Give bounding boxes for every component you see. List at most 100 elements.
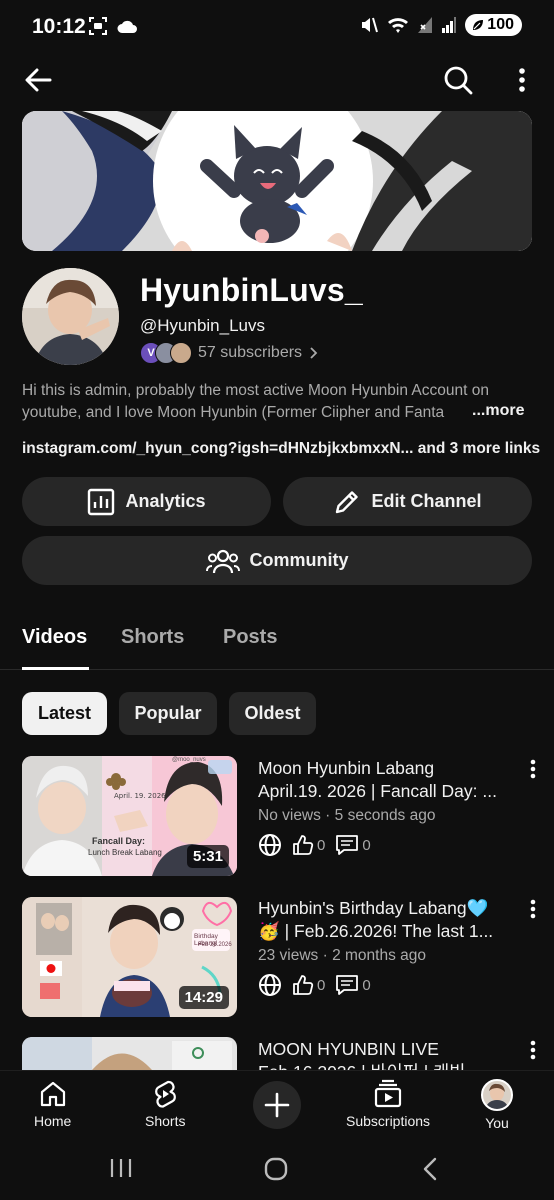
video-title[interactable]: MOON HYUNBIN LIVE Feb.16.2026 | 바이퍼 | 캐빈… (258, 1038, 508, 1070)
comment-count: 0 (335, 834, 371, 856)
more-vert-icon (530, 1040, 536, 1060)
avatar-image (22, 268, 119, 365)
leaf-icon (473, 20, 484, 30)
tab-videos[interactable]: Videos (22, 626, 87, 649)
comment-icon (336, 835, 359, 855)
nav-home-label: Home (34, 1113, 72, 1129)
analytics-button[interactable]: Analytics (22, 477, 271, 526)
status-bar: 10:12 100 (0, 0, 554, 56)
chip-popular[interactable]: Popular (119, 692, 217, 735)
system-navigation-bar (0, 1140, 554, 1200)
recent-apps-icon[interactable] (109, 1157, 133, 1179)
home-circle-icon[interactable] (264, 1157, 288, 1181)
like-count: 0 (292, 834, 325, 856)
subscribers-row[interactable]: V 57 subscribers (140, 341, 318, 365)
you-avatar (481, 1079, 513, 1111)
search-icon (444, 66, 473, 95)
video-meta: 23 views · 2 months ago (258, 947, 427, 964)
channel-tabs: Videos Shorts Posts (0, 610, 554, 670)
channel-description[interactable]: Hi this is admin, probably the most acti… (22, 380, 532, 424)
search-button[interactable] (440, 62, 476, 98)
video-title-line: MOON HYUNBIN LIVE (258, 1039, 439, 1059)
thumbs-up-icon (293, 835, 314, 855)
video-title-line: April.19. 2026 | Fancall Day: ... (258, 781, 497, 801)
thumbnail-date: April. 19. 2026 (114, 792, 166, 800)
video-actions: 0 0 (258, 833, 371, 857)
chevron-right-icon (310, 347, 318, 359)
home-icon (40, 1081, 65, 1107)
channel-name: HyunbinLuvs_ (140, 272, 363, 308)
more-options-button[interactable] (508, 62, 536, 98)
app-bar (0, 56, 554, 104)
bottom-navigation: Home Shorts Subscriptions You (0, 1070, 554, 1140)
video-duration: 5:31 (186, 845, 229, 868)
chip-oldest[interactable]: Oldest (229, 692, 316, 735)
video-title-line: Moon Hyunbin Labang (258, 758, 435, 778)
channel-banner (22, 111, 532, 251)
chip-latest[interactable]: Latest (22, 692, 107, 735)
video-title-line: Feb.16.2026 | 바이퍼 | 캐빈... (258, 1061, 508, 1070)
banner-image (22, 111, 532, 251)
comment-count: 0 (335, 974, 371, 996)
tab-shorts[interactable]: Shorts (121, 626, 184, 649)
battery-level: 100 (487, 16, 514, 33)
globe-icon (259, 974, 281, 996)
nav-shorts[interactable]: Shorts (145, 1079, 185, 1129)
like-count-value: 0 (317, 976, 326, 994)
back-chevron-icon[interactable] (422, 1157, 438, 1181)
channel-handle: @Hyunbin_Luvs (140, 316, 265, 335)
subscriber-avatar (170, 342, 192, 364)
mute-icon (362, 17, 379, 33)
community-icon (205, 549, 240, 573)
more-vert-icon (530, 759, 536, 779)
video-title-line: 🥳 | Feb.26.2026! The last 1... (258, 921, 494, 941)
nav-home[interactable]: Home (34, 1079, 71, 1129)
nav-subscriptions[interactable]: Subscriptions (346, 1079, 430, 1129)
signal-x-icon (418, 17, 433, 33)
nav-subscriptions-label: Subscriptions (346, 1113, 431, 1129)
tab-posts[interactable]: Posts (223, 626, 277, 649)
thumbs-up-icon (293, 975, 314, 995)
video-title[interactable]: Moon Hyunbin Labang April.19. 2026 | Fan… (258, 757, 508, 803)
analytics-icon (88, 488, 115, 515)
create-button[interactable] (253, 1081, 301, 1129)
like-count-value: 0 (317, 836, 326, 854)
video-duration: 14:29 (178, 986, 229, 1009)
video-title[interactable]: Hyunbin's Birthday Labang🩵 🥳 | Feb.26.20… (258, 897, 508, 943)
channel-links[interactable]: instagram.com/_hyun_cong?igsh=dHNzbjkxbm… (22, 440, 542, 458)
back-button[interactable] (20, 64, 56, 96)
battery-indicator: 100 (465, 14, 522, 36)
thumbnail-caption: Feb 26.2026 (198, 942, 232, 948)
signal-icon (442, 17, 457, 33)
video-thumbnail[interactable]: Birthday Labang! Feb 26.2026 14:29 (22, 897, 237, 1017)
pencil-icon (336, 490, 359, 513)
video-thumbnail[interactable]: April. 19. 2026 @moo_nuvs Fancall Day: L… (22, 756, 237, 876)
video-thumbnail[interactable] (22, 1037, 237, 1070)
comment-icon (336, 975, 359, 995)
edit-channel-button[interactable]: Edit Channel (283, 477, 532, 526)
video-meta: No views · 5 seconds ago (258, 807, 436, 824)
nav-you-label: You (485, 1115, 509, 1131)
description-more-link[interactable]: ...more (470, 402, 525, 420)
subscriber-avatars: V (140, 342, 192, 364)
channel-avatar[interactable] (22, 268, 119, 365)
thumbnail-caption: Fancall Day: (92, 836, 146, 846)
thumbnail-caption: Lunch Break Labang (88, 848, 162, 857)
video-more-button[interactable] (524, 1038, 542, 1062)
video-title-line: Hyunbin's Birthday Labang🩵 (258, 898, 489, 918)
community-button[interactable]: Community (22, 536, 532, 585)
plus-icon (264, 1092, 290, 1118)
nav-shorts-label: Shorts (145, 1113, 186, 1129)
more-vert-icon (530, 899, 536, 919)
video-more-button[interactable] (524, 757, 542, 781)
community-label: Community (249, 550, 349, 570)
nav-you[interactable]: You (481, 1079, 513, 1131)
comment-count-value: 0 (362, 836, 371, 854)
subscriber-count: 57 subscribers (198, 344, 303, 361)
subscriptions-icon (374, 1079, 402, 1108)
you-avatar-image (485, 1083, 509, 1109)
screenshot-icon (89, 17, 107, 35)
video-more-button[interactable] (524, 897, 542, 921)
wifi-icon (388, 18, 409, 33)
thumbnail-image (22, 1037, 237, 1070)
